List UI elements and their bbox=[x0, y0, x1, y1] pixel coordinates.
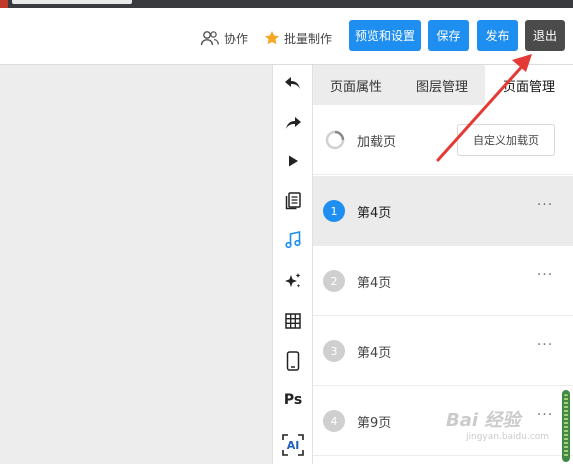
page-item[interactable]: 3 第4页 ··· bbox=[313, 316, 573, 386]
exit-button[interactable]: 退出 bbox=[525, 20, 565, 51]
tab-page-management[interactable]: 页面管理 bbox=[485, 65, 573, 105]
ai-icon: AI bbox=[282, 434, 304, 456]
phone-icon bbox=[286, 351, 300, 371]
editor-canvas[interactable] bbox=[0, 65, 272, 464]
tab-page-properties[interactable]: 页面属性 bbox=[313, 65, 399, 105]
watermark-url: jingyan.baidu.com bbox=[466, 432, 550, 442]
watermark-text: Bai 经验 bbox=[446, 410, 521, 431]
collab-button[interactable]: 协作 bbox=[200, 28, 248, 48]
page-number-badge: 2 bbox=[323, 270, 345, 292]
mobile-preview-button[interactable] bbox=[273, 346, 313, 376]
grid-icon bbox=[285, 313, 301, 329]
top-toolbar: 协作 批量制作 预览和设置 保存 发布 退出 bbox=[0, 8, 573, 65]
ps-icon: Ps bbox=[283, 392, 303, 408]
page-number-badge: 1 bbox=[323, 200, 345, 222]
save-button[interactable]: 保存 bbox=[428, 20, 469, 51]
play-button[interactable] bbox=[273, 146, 313, 176]
preview-settings-button[interactable]: 预览和设置 bbox=[349, 20, 421, 51]
sparkle-icon bbox=[285, 273, 301, 288]
undo-icon bbox=[285, 77, 300, 89]
redo-icon bbox=[286, 117, 301, 129]
publish-button[interactable]: 发布 bbox=[477, 20, 518, 51]
redo-button[interactable] bbox=[273, 108, 313, 138]
music-icon bbox=[285, 231, 301, 249]
pages-icon bbox=[285, 192, 301, 210]
tab-strip bbox=[12, 0, 132, 4]
page-item[interactable]: 2 第4页 ··· bbox=[313, 246, 573, 316]
undo-button[interactable] bbox=[273, 68, 313, 98]
loading-page-label: 加载页 bbox=[357, 135, 397, 150]
pages-button[interactable] bbox=[273, 186, 313, 216]
page-label: 第4页 bbox=[357, 346, 392, 361]
users-icon bbox=[200, 31, 219, 46]
more-options-icon[interactable]: ··· bbox=[535, 198, 555, 218]
effects-button[interactable] bbox=[273, 266, 313, 296]
loading-page-row[interactable]: 加载页 自定义加载页 bbox=[313, 105, 573, 175]
page-item[interactable]: 1 第4页 ··· bbox=[313, 176, 573, 246]
window-titlebar bbox=[0, 0, 573, 8]
page-label: 第9页 bbox=[357, 416, 392, 431]
tab-layer-management[interactable]: 图层管理 bbox=[399, 65, 485, 105]
table-button[interactable] bbox=[273, 306, 313, 336]
batch-label: 批量制作 bbox=[284, 31, 333, 46]
loading-spinner-icon bbox=[325, 130, 345, 150]
panel-tabs: 页面属性 图层管理 页面管理 bbox=[313, 65, 573, 105]
scrollbar-thumb[interactable] bbox=[564, 394, 568, 458]
custom-loading-page-button[interactable]: 自定义加载页 bbox=[457, 124, 555, 156]
batch-button[interactable]: 批量制作 bbox=[264, 28, 332, 48]
page-label: 第4页 bbox=[357, 206, 392, 221]
ai-icon-label: AI bbox=[286, 438, 300, 452]
more-options-icon[interactable]: ··· bbox=[535, 338, 555, 358]
watermark: Bai 经验 jingyan.baidu.com bbox=[446, 400, 556, 450]
page-number-badge: 4 bbox=[323, 410, 345, 432]
page-number-badge: 3 bbox=[323, 340, 345, 362]
star-icon bbox=[265, 31, 279, 45]
ps-import-button[interactable]: Ps bbox=[273, 385, 313, 415]
app-logo bbox=[0, 0, 8, 8]
page-label: 第4页 bbox=[357, 276, 392, 291]
music-button[interactable] bbox=[273, 225, 313, 255]
collab-label: 协作 bbox=[224, 31, 249, 46]
ai-import-button[interactable]: AI bbox=[273, 430, 313, 460]
play-icon bbox=[289, 155, 298, 167]
tool-sidebar: Ps AI bbox=[272, 65, 313, 464]
more-options-icon[interactable]: ··· bbox=[535, 268, 555, 288]
panel-scrollbar[interactable] bbox=[562, 390, 570, 462]
